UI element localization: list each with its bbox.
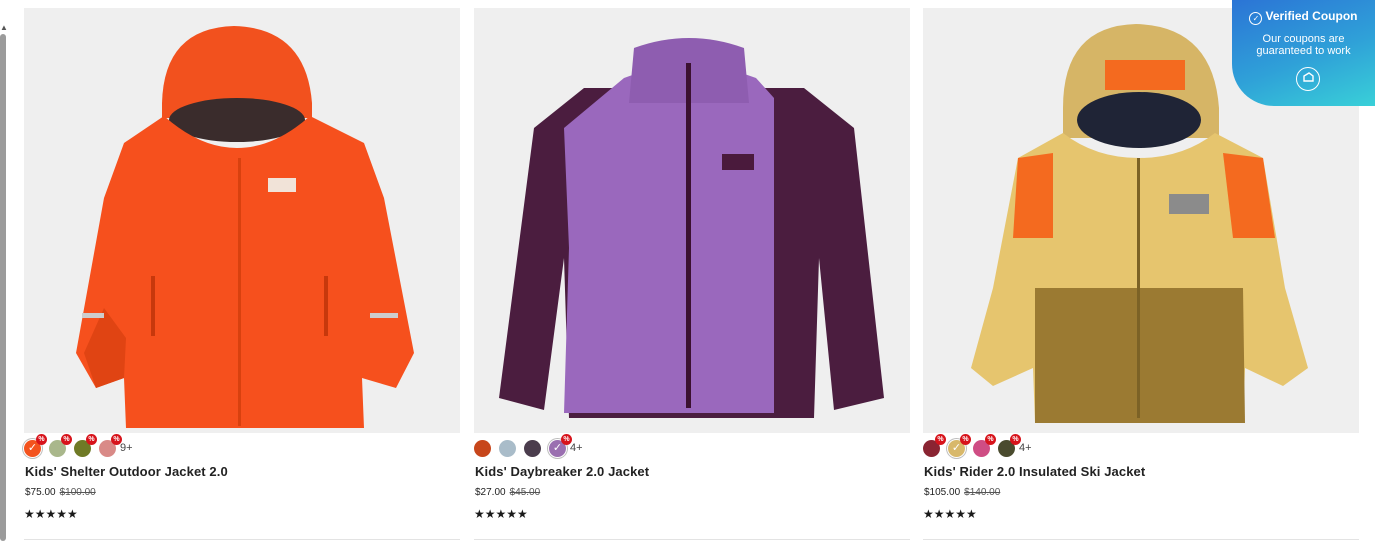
purple-fleece-jacket-image — [499, 38, 884, 418]
color-swatches: ✓% % % % 9+ — [24, 433, 133, 458]
color-swatch[interactable]: % — [923, 433, 946, 457]
product-name[interactable]: Kids' Daybreaker 2.0 Jacket — [475, 464, 649, 479]
color-swatch[interactable]: ✓% — [24, 433, 47, 457]
divider — [923, 539, 1359, 540]
color-swatch[interactable]: ✓% — [948, 433, 971, 457]
more-colors-count[interactable]: 9+ — [120, 442, 133, 454]
coupon-message-line: guaranteed to work — [1256, 45, 1351, 57]
sale-badge: % — [86, 433, 97, 445]
product-price: $27.00 $45.00 — [475, 487, 540, 498]
sale-badge: % — [36, 433, 47, 445]
divider — [24, 539, 460, 540]
more-colors-count[interactable]: 4+ — [1019, 442, 1032, 454]
product-image[interactable] — [474, 8, 910, 433]
product-card[interactable]: ✓% % % % 9+ Kids' Shelter Outdoor Jacket… — [24, 8, 460, 540]
color-swatch[interactable] — [524, 439, 541, 457]
scroll-up-icon[interactable]: ▲ — [0, 24, 8, 32]
product-price: $105.00 $140.00 — [924, 487, 1000, 498]
color-swatches: ✓% 4+ — [474, 433, 583, 458]
coupon-title-text: Verified Coupon — [1265, 9, 1358, 23]
original-price: $45.00 — [509, 487, 541, 498]
original-price: $100.00 — [59, 487, 96, 498]
color-swatch[interactable]: % — [998, 433, 1021, 457]
star-rating: ★★★★★ — [474, 507, 528, 521]
orange-rain-jacket-image — [76, 26, 414, 428]
coupon-message-line: Our coupons are — [1262, 33, 1345, 45]
verified-coupon-banner[interactable]: ✓ Verified Coupon Our coupons are guarant… — [1232, 0, 1375, 106]
sale-badge: % — [561, 433, 572, 445]
more-colors-count[interactable]: 4+ — [570, 442, 583, 454]
color-swatch[interactable]: ✓% — [549, 433, 572, 457]
scrollbar[interactable] — [0, 34, 6, 541]
sale-price: $27.00 — [475, 487, 506, 498]
product-image[interactable] — [24, 8, 460, 433]
sale-badge: % — [985, 433, 996, 445]
product-name[interactable]: Kids' Shelter Outdoor Jacket 2.0 — [25, 464, 228, 479]
coupon-title: ✓ Verified Coupon — [1232, 9, 1375, 25]
star-rating: ★★★★★ — [24, 507, 78, 521]
color-swatch[interactable] — [474, 439, 491, 457]
coupon-logo-icon[interactable] — [1296, 67, 1320, 91]
color-swatches: % ✓% % % 4+ — [923, 433, 1032, 458]
color-swatch[interactable]: % — [74, 433, 97, 457]
sale-badge: % — [61, 433, 72, 445]
product-card[interactable]: ✓% 4+ Kids' Daybreaker 2.0 Jacket $27.00… — [474, 8, 910, 540]
product-price: $75.00 $100.00 — [25, 487, 96, 498]
color-swatch[interactable]: % — [973, 433, 996, 457]
color-swatch[interactable]: % — [49, 433, 72, 457]
sale-price: $75.00 — [25, 487, 56, 498]
check-circle-icon: ✓ — [1249, 12, 1263, 25]
product-name[interactable]: Kids' Rider 2.0 Insulated Ski Jacket — [924, 464, 1145, 479]
sale-badge: % — [960, 433, 971, 445]
color-swatch[interactable]: % — [99, 433, 122, 457]
coupon-message: Our coupons are guaranteed to work — [1232, 33, 1375, 57]
divider — [474, 539, 910, 540]
sale-price: $105.00 — [924, 487, 961, 498]
sale-badge: % — [935, 433, 946, 445]
sale-badge: % — [1010, 433, 1021, 445]
color-swatch[interactable] — [499, 439, 516, 457]
star-rating: ★★★★★ — [923, 507, 977, 521]
original-price: $140.00 — [964, 487, 1001, 498]
sale-badge: % — [111, 433, 122, 445]
